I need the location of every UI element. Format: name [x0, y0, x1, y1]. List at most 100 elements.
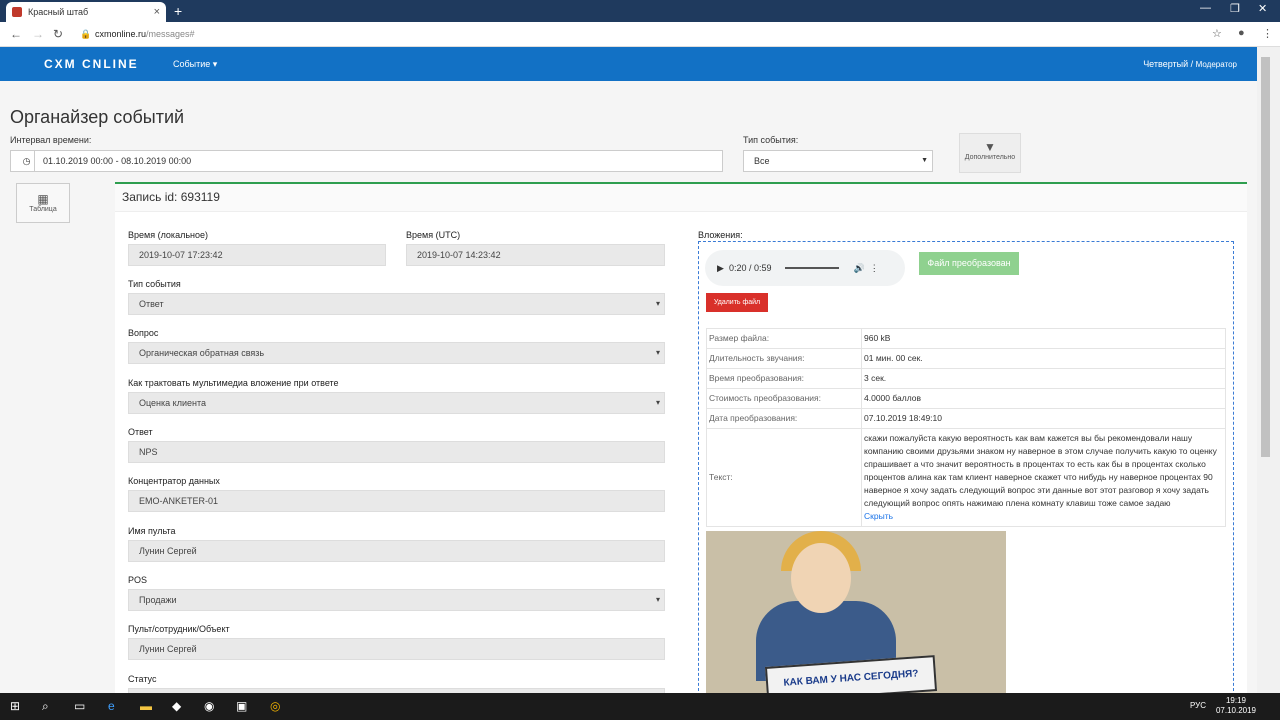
interval-input[interactable]: ◷ 01.10.2019 00:00 - 08.10.2019 00:00 [10, 150, 723, 172]
dropbox-icon[interactable]: ◆ [172, 699, 181, 713]
record-header: Запись id: 693119 [115, 184, 1247, 212]
interval-value: 01.10.2019 00:00 - 08.10.2019 00:00 [43, 156, 192, 166]
table-row: Текст: скажи пожалуйста какую вероятность… [706, 428, 1226, 527]
answer-label: Ответ [128, 427, 153, 437]
multimedia-field[interactable]: Оценка клиента [128, 392, 665, 414]
multimedia-label: Как трактовать мультимедиа вложение при … [128, 378, 339, 388]
transcript-label: Текст: [706, 428, 862, 527]
edge-icon[interactable]: e [108, 699, 115, 713]
scroll-thumb[interactable] [1261, 57, 1270, 457]
task-view-icon[interactable]: ▭ [74, 699, 85, 713]
language-indicator[interactable]: РУС [1190, 701, 1206, 710]
table-row: Время преобразования: 3 сек. [706, 368, 1226, 389]
user-menu[interactable]: Четвертый / Модератор [1143, 59, 1237, 69]
info-key: Дата преобразования: [706, 408, 862, 429]
filter-icon: ▼ [984, 140, 996, 154]
utc-time-field[interactable]: 2019-10-07 14:23:42 [406, 244, 665, 266]
url-host: cxmonline.ru [95, 29, 147, 39]
clock-time: 19:19 [1225, 696, 1246, 705]
info-key: Время преобразования: [706, 368, 862, 389]
bookmark-star-icon[interactable]: ☆ [1212, 27, 1222, 40]
profile-icon[interactable]: ● [1238, 27, 1245, 39]
info-value: 01 мин. 00 сек. [861, 348, 1226, 369]
app-logo[interactable]: CXM CNLINE [44, 57, 139, 71]
system-clock[interactable]: 19:19 07.10.2019 [1216, 696, 1256, 716]
forward-icon[interactable]: → [32, 27, 44, 41]
page-scrollbar[interactable] [1257, 47, 1280, 693]
app-icon[interactable]: ◉ [204, 699, 214, 713]
info-key: Длительность звучания: [706, 348, 862, 369]
browser-tab[interactable]: Красный штаб × [6, 2, 166, 22]
clock-icon: ◷ [11, 151, 35, 171]
windows-start-icon[interactable]: ⊞ [10, 699, 20, 713]
utc-time-label: Время (UTC) [406, 230, 461, 240]
hub-field[interactable]: EMO-ANKETER-01 [128, 490, 665, 512]
maximize-icon[interactable]: ❐ [1230, 2, 1240, 15]
event-type-value: Все [754, 156, 770, 166]
table-icon: ▦ [37, 192, 49, 206]
user-role: Модератор [1195, 60, 1237, 69]
hide-link[interactable]: Скрыть [864, 510, 1223, 523]
table-row: Стоимость преобразования: 4.0000 баллов [706, 388, 1226, 409]
interval-label: Интервал времени: [10, 135, 92, 145]
back-icon[interactable]: ← [10, 27, 22, 41]
event-type-field[interactable]: Ответ [128, 293, 665, 315]
attachment-photo[interactable]: КАК ВАМ У НАС СЕГОДНЯ? [706, 531, 1006, 701]
info-value: 960 kB [861, 328, 1226, 349]
hub-label: Концентратор данных [128, 476, 220, 486]
volume-icon[interactable]: 🔊 [853, 263, 864, 274]
transcript-cell: скажи пожалуйста какую вероятность как в… [861, 428, 1226, 527]
events-menu[interactable]: Событие ▾ [173, 59, 217, 70]
tab-close-icon[interactable]: × [154, 6, 160, 18]
filter-label: Дополнительно [964, 154, 1016, 161]
info-value: 4.0000 баллов [861, 388, 1226, 409]
status-label: Статус [128, 674, 157, 684]
delete-file-button[interactable]: Удалить файл [706, 293, 768, 312]
file-converted-button[interactable]: Файл преобразован [919, 252, 1019, 275]
chrome-icon[interactable]: ◎ [270, 699, 280, 713]
advanced-filter-button[interactable]: ▼ Дополнительно [959, 133, 1021, 173]
browser-menu-icon[interactable]: ⋮ [1262, 27, 1273, 40]
local-time-field[interactable]: 2019-10-07 17:23:42 [128, 244, 386, 266]
reload-icon[interactable]: ↻ [53, 27, 63, 41]
object-label: Пульт/сотрудник/Объект [128, 624, 230, 634]
event-type-field-label: Тип события [128, 279, 181, 289]
event-type-select[interactable]: Все ▼ [743, 150, 933, 172]
app-icon-2[interactable]: ▣ [236, 699, 247, 713]
chevron-down-icon: ▼ [921, 157, 928, 164]
file-info-table: Размер файла: 960 kB Длительность звучани… [706, 328, 1226, 527]
play-icon[interactable]: ▶ [717, 263, 724, 274]
address-bar: ← → ↻ 🔒 cxmonline.ru/messages# ☆ ● ⋮ [0, 22, 1280, 47]
table-button-label: Таблица [29, 206, 57, 213]
photo-figure-face [791, 543, 851, 613]
url-field[interactable]: 🔒 cxmonline.ru/messages# [80, 26, 1230, 43]
close-window-icon[interactable]: ✕ [1258, 2, 1267, 15]
file-explorer-icon[interactable]: ▬ [140, 699, 152, 713]
user-name: Четвертый / [1143, 59, 1194, 69]
page-title: Органайзер событий [10, 107, 185, 127]
question-field[interactable]: Органическая обратная связь [128, 342, 665, 364]
pos-label: POS [128, 575, 148, 585]
url-path: /messages# [146, 29, 195, 39]
info-value: 3 сек. [861, 368, 1226, 389]
info-value: 07.10.2019 18:49:10 [861, 408, 1226, 429]
audio-player[interactable]: ▶ 0:20 / 0:59 🔊 ⋮ [705, 250, 905, 286]
lock-icon: 🔒 [80, 29, 92, 39]
table-row: Дата преобразования: 07.10.2019 18:49:10 [706, 408, 1226, 429]
transcript-text: скажи пожалуйста какую вероятность как в… [864, 433, 1217, 508]
pos-field[interactable]: Продажи [128, 589, 665, 611]
audio-progress[interactable] [785, 267, 840, 269]
object-field[interactable]: Лунин Сергей [128, 638, 665, 660]
info-key: Стоимость преобразования: [706, 388, 862, 409]
browser-tab-bar: Красный штаб × + — ❐ ✕ [0, 0, 1280, 22]
minimize-icon[interactable]: — [1200, 2, 1211, 14]
search-icon[interactable]: ⌕ [42, 699, 49, 714]
top-navbar: CXM CNLINE Событие ▾ Четвертый / Модерат… [0, 47, 1257, 81]
record-panel: Запись id: 693119 Время (локальное) 2019… [115, 182, 1247, 702]
table-view-button[interactable]: ▦ Таблица [16, 183, 70, 223]
answer-field[interactable]: NPS [128, 441, 665, 463]
local-time-label: Время (локальное) [128, 230, 208, 240]
console-field[interactable]: Лунин Сергей [128, 540, 665, 562]
new-tab-button[interactable]: + [174, 3, 182, 19]
more-icon[interactable]: ⋮ [870, 263, 879, 274]
